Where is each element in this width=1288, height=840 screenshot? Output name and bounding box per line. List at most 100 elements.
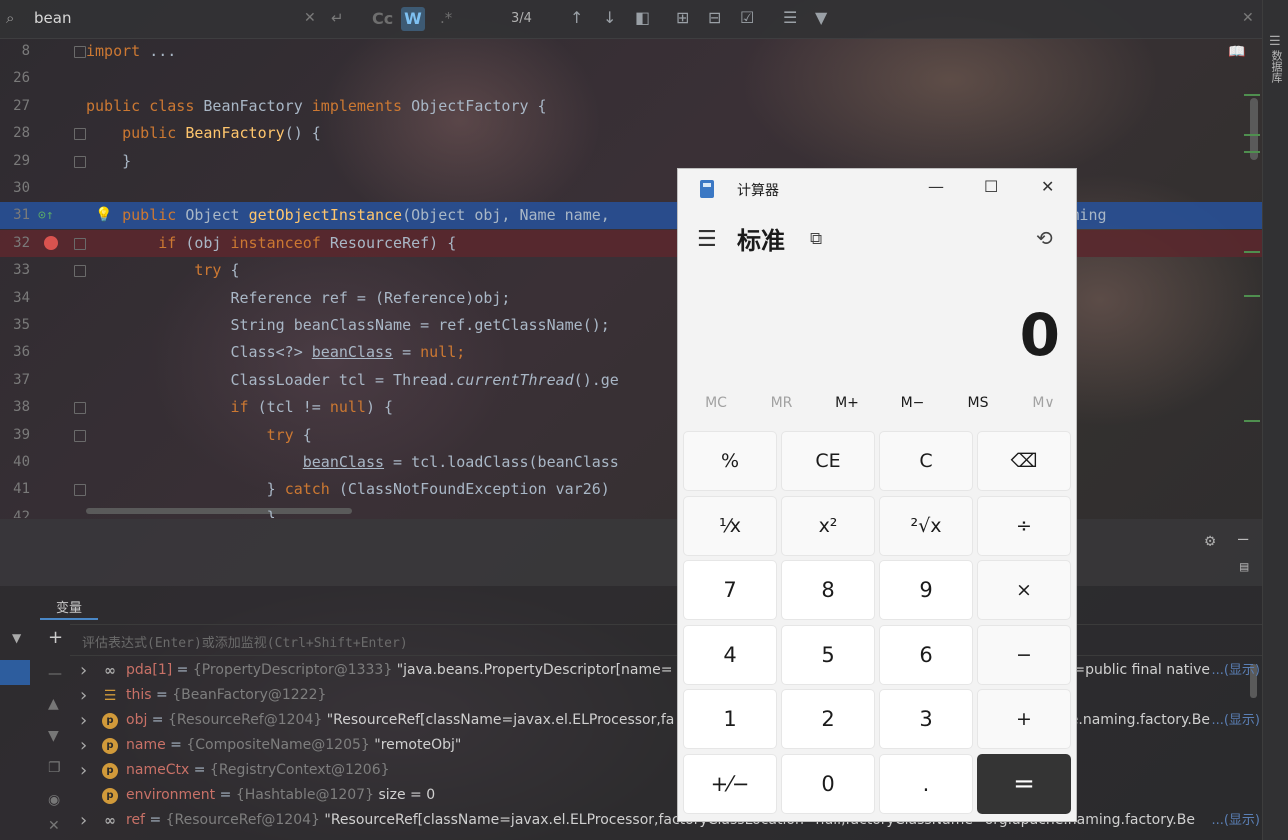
line-number[interactable]: 33 [0, 257, 30, 284]
line-number[interactable]: 26 [0, 65, 30, 92]
search-icon[interactable]: ⌕ [6, 9, 14, 27]
remove-selection-icon[interactable]: ⊟ [708, 8, 721, 27]
variable-row[interactable]: › ∞ pda[1] = {PropertyDescriptor@1333} "ja… [70, 658, 1262, 683]
line-number[interactable]: 42 [0, 504, 30, 518]
percent-button[interactable]: % [683, 431, 777, 491]
tab-variables[interactable]: 变量 [56, 597, 82, 616]
whole-word-toggle[interactable]: W [401, 7, 425, 31]
variable-row[interactable]: ›∞ref = {ResourceRef@1204} "ResourceRef[… [70, 808, 1262, 833]
variable-row[interactable]: › p obj = {ResourceRef@1204} "ResourceRef[… [70, 708, 1262, 733]
negate-button[interactable]: +⁄− [683, 753, 777, 814]
line-number[interactable]: 35 [0, 312, 30, 339]
code-line[interactable]: 27 public class BeanFactory implements Ob… [0, 93, 1262, 120]
close-icon[interactable]: ✕ [1242, 10, 1254, 26]
memory-button[interactable]: MC [684, 395, 748, 411]
chevron-right-icon[interactable]: › [80, 733, 87, 758]
fold-marker-icon[interactable] [74, 265, 86, 278]
layout-icon[interactable]: ▤ [1240, 559, 1248, 575]
backspace-button[interactable]: ⌫ [977, 431, 1071, 491]
digit-8-button[interactable]: 8 [781, 560, 875, 620]
variable-row[interactable]: p environment = {Hashtable@1207} size = 0 [70, 783, 1262, 808]
equals-button[interactable]: = [977, 753, 1071, 814]
line-number[interactable]: 41 [0, 476, 30, 503]
line-number[interactable]: 38 [0, 394, 30, 421]
watch-expression-row[interactable]: 评估表达式(Enter)或添加监视(Ctrl+Shift+Enter) [70, 624, 1262, 656]
match-case-toggle[interactable]: Cc [372, 9, 393, 28]
clear-icon[interactable]: ✕ [304, 10, 316, 26]
chevron-right-icon[interactable]: › [80, 758, 87, 783]
minimize-panel-icon[interactable]: — [1238, 529, 1248, 549]
filter-icon[interactable]: ▼ [815, 8, 827, 27]
minimize-icon[interactable]: — [928, 177, 944, 196]
line-number[interactable]: 37 [0, 367, 30, 394]
watch-expression-input[interactable]: 评估表达式(Enter)或添加监视(Ctrl+Shift+Enter) [82, 632, 408, 651]
fold-marker-icon[interactable] [74, 128, 86, 141]
memory-button[interactable]: MS [946, 395, 1010, 411]
calculator-title-bar[interactable]: 计算器 — ☐ ✕ [678, 169, 1078, 209]
digit-4-button[interactable]: 4 [683, 624, 777, 685]
gear-icon[interactable]: ⚙ [1205, 531, 1215, 551]
close-icon[interactable]: ✕ [48, 818, 60, 834]
line-number[interactable]: 29 [0, 148, 30, 175]
filter-options-icon[interactable]: ☰ [783, 8, 797, 27]
history-icon[interactable]: ↵ [331, 9, 344, 27]
digit-7-button[interactable]: 7 [683, 560, 777, 620]
square-root-button[interactable]: ²√x [879, 495, 973, 556]
memory-button[interactable]: M∨ [1012, 395, 1076, 411]
clear-button[interactable]: C [879, 431, 973, 491]
line-number[interactable]: 8 [0, 38, 30, 65]
multiply-button[interactable]: × [977, 560, 1071, 620]
divide-button[interactable]: ÷ [977, 495, 1071, 556]
fold-marker-icon[interactable] [74, 46, 86, 58]
chevron-right-icon[interactable]: › [80, 808, 87, 833]
digit-9-button[interactable]: 9 [879, 560, 973, 620]
fold-marker-icon[interactable] [74, 237, 86, 250]
line-number[interactable]: 39 [0, 422, 30, 449]
select-all-occurrences-icon[interactable]: ◧ [635, 8, 650, 27]
database-tool-label[interactable]: 数据库 [1268, 50, 1284, 83]
code-line[interactable]: 8 import ... [0, 38, 1262, 65]
copy-icon[interactable]: ❐ [48, 760, 61, 776]
code-line[interactable]: 28 public BeanFactory() { [0, 120, 1262, 147]
fold-marker-icon[interactable] [74, 484, 86, 497]
chevron-down-icon[interactable]: ▼ [12, 631, 21, 645]
line-number[interactable]: 31 [0, 202, 30, 229]
chevron-down-icon[interactable]: ▼ [48, 728, 59, 744]
select-all-matches-icon[interactable]: ☑ [740, 8, 754, 27]
line-number[interactable]: 32 [0, 230, 30, 257]
fold-marker-icon[interactable] [74, 402, 86, 415]
line-number[interactable]: 28 [0, 120, 30, 147]
remove-icon[interactable]: — [48, 666, 62, 682]
eye-icon[interactable]: ◉ [48, 792, 60, 808]
variable-row[interactable]: › p nameCtx = {RegistryContext@1206} [70, 758, 1262, 783]
chevron-right-icon[interactable]: › [80, 658, 87, 683]
decimal-button[interactable]: . [879, 753, 973, 814]
history-icon[interactable]: ⟲ [1036, 226, 1053, 250]
digit-6-button[interactable]: 6 [879, 624, 973, 685]
show-value-link[interactable]: ...(显示) [1211, 808, 1260, 833]
implements-gutter-icon[interactable]: ⊙↑ [38, 202, 54, 229]
show-value-link[interactable]: ...(显示) [1211, 708, 1260, 733]
fold-marker-icon[interactable] [74, 155, 86, 168]
line-number[interactable]: 30 [0, 175, 30, 202]
add-selection-icon[interactable]: ⊞ [676, 8, 689, 27]
line-number[interactable]: 27 [0, 93, 30, 120]
subtract-button[interactable]: − [977, 624, 1071, 685]
line-number[interactable]: 34 [0, 285, 30, 312]
memory-button[interactable]: MR [750, 395, 814, 411]
variable-row[interactable]: › p name = {CompositeName@1205} "remoteObj… [70, 733, 1262, 758]
code-line[interactable]: 26 [0, 65, 1262, 92]
chevron-right-icon[interactable]: › [80, 683, 87, 708]
chevron-up-icon[interactable]: ▲ [48, 696, 59, 712]
database-icon[interactable]: ☰ [1269, 34, 1281, 49]
memory-button[interactable]: M− [881, 395, 945, 411]
maximize-icon[interactable]: ☐ [984, 177, 998, 196]
digit-0-button[interactable]: 0 [781, 753, 875, 814]
digit-2-button[interactable]: 2 [781, 689, 875, 749]
line-number[interactable]: 36 [0, 339, 30, 366]
memory-button[interactable]: M+ [815, 395, 879, 411]
digit-3-button[interactable]: 3 [879, 689, 973, 749]
breakpoint-icon[interactable] [44, 235, 58, 250]
add-watch-icon[interactable]: + [48, 627, 63, 648]
close-icon[interactable]: ✕ [1041, 177, 1054, 196]
